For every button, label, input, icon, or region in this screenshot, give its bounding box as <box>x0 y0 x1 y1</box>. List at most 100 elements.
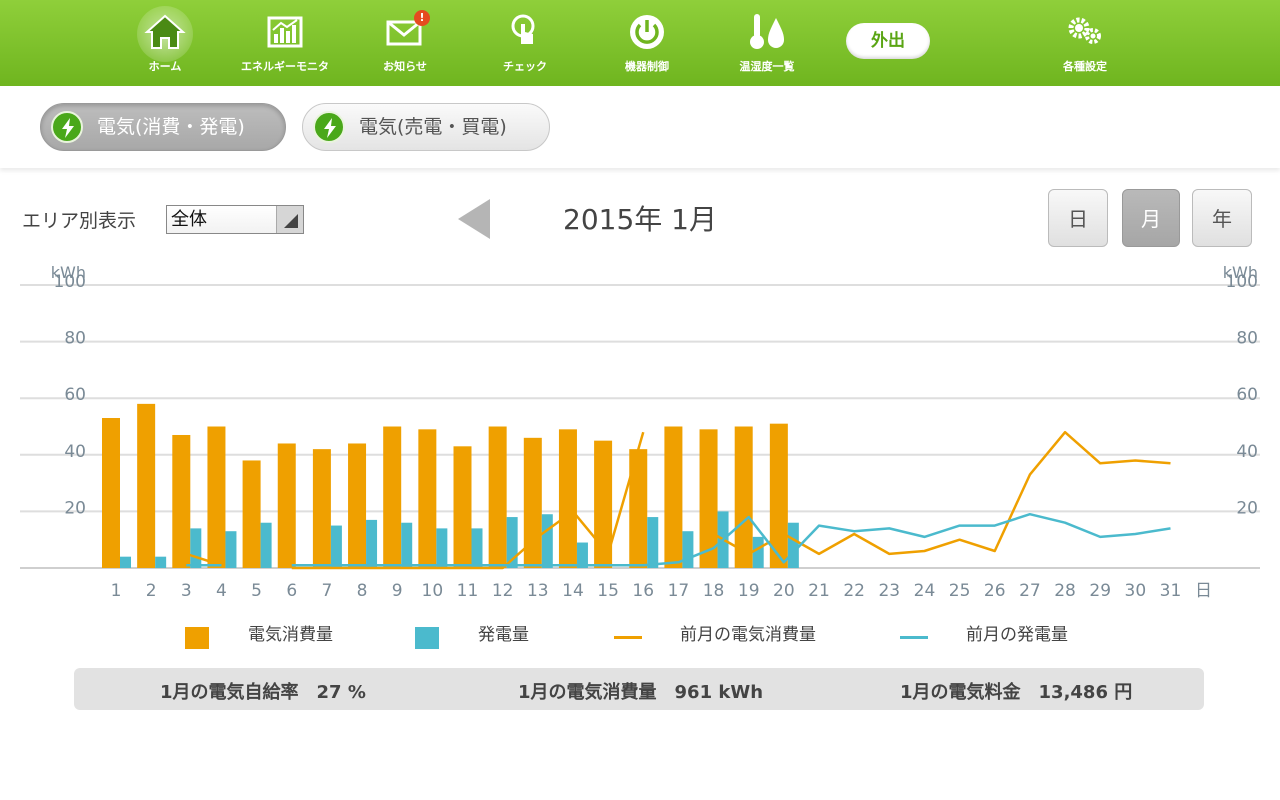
generation-bar <box>752 536 764 568</box>
month-view-button[interactable]: 月 <box>1122 189 1180 247</box>
x-tick-label: 20 <box>773 581 795 601</box>
generation-bar <box>682 531 694 568</box>
energy-monitor-icon <box>267 16 303 48</box>
generation-bar <box>330 525 342 568</box>
power-icon <box>630 15 664 49</box>
consumption-bar <box>172 434 191 568</box>
day-view-button[interactable]: 日 <box>1048 189 1108 247</box>
x-tick-label: 26 <box>984 581 1006 601</box>
x-tick-label: 27 <box>1019 581 1041 601</box>
x-tick-label: 7 <box>321 581 332 601</box>
generation-bar <box>471 528 483 568</box>
x-tick-label: 3 <box>181 581 192 601</box>
generation-bar <box>366 519 378 568</box>
generation-bar <box>541 514 553 568</box>
x-tick-label: 5 <box>251 581 262 601</box>
x-tick-label: 31 <box>1160 581 1182 601</box>
x-tick-label: 12 <box>492 581 514 601</box>
x-tick-label: 23 <box>878 581 900 601</box>
generation-bar <box>787 522 799 568</box>
area-select-value: 全体 <box>171 209 207 230</box>
y-tick-label-right: 40 <box>1236 442 1258 462</box>
period-title: 2015年 1月 <box>563 203 717 236</box>
previous-period-button[interactable] <box>458 199 490 239</box>
y-axis-unit-right: kWh <box>1223 263 1258 282</box>
legend-prev-consumption-label: 前月の電気消費量 <box>680 625 816 645</box>
x-tick-label: 22 <box>843 581 865 601</box>
x-tick-label: 19 <box>738 581 760 601</box>
self-sufficiency-rate: 1月の電気自給率 27 % <box>160 682 366 703</box>
nav-temperature-humidity[interactable]: 温湿度一覧 <box>712 6 822 82</box>
monthly-consumption: 1月の電気消費量 961 kWh <box>518 682 764 703</box>
x-tick-label: 9 <box>392 581 403 601</box>
x-tick-label: 28 <box>1054 581 1076 601</box>
monthly-summary: 1月の電気自給率 27 % 1月の電気消費量 961 kWh 1月の電気料金 1… <box>74 668 1204 710</box>
y-tick-label-right: 80 <box>1236 329 1258 349</box>
nav-device-control[interactable]: 機器制御 <box>592 6 702 82</box>
consumption-bar <box>137 403 156 568</box>
legend-prev-generation-label: 前月の発電量 <box>966 625 1068 645</box>
x-tick-label: 6 <box>286 581 297 601</box>
tab-sell-buy-label: 電気(売電・買電) <box>359 116 507 138</box>
tab-sell-buy[interactable]: 電気(売電・買電) <box>302 103 550 151</box>
bolt-icon <box>313 111 345 143</box>
monthly-cost: 1月の電気料金 13,486 円 <box>900 682 1133 703</box>
nav-notices-label: お知らせ <box>383 60 427 73</box>
year-view-button[interactable]: 年 <box>1192 189 1252 247</box>
legend-consumption-label: 電気消費量 <box>248 625 333 645</box>
touch-icon <box>511 14 535 44</box>
nav-home-label: ホーム <box>148 60 182 73</box>
away-mode-button[interactable]: 外出 <box>846 23 930 59</box>
thermo-humidity-icon <box>750 14 784 49</box>
consumption-bar <box>664 426 683 568</box>
nav-notices[interactable]: ! お知らせ <box>350 6 460 82</box>
x-tick-label: 15 <box>597 581 619 601</box>
tab-consumption-generation-label: 電気(消費・発電) <box>97 116 245 138</box>
x-tick-label: 17 <box>668 581 690 601</box>
bolt-icon <box>51 111 83 143</box>
consumption-bar <box>418 429 437 568</box>
y-tick-label-right: 20 <box>1236 498 1258 518</box>
consumption-bar <box>102 418 120 568</box>
energy-chart: 20 2040 4060 6080 80100 100kWh kWh1 2 3 4 5 6 7 8 9 10 1… <box>20 263 1260 601</box>
generation-bar <box>155 556 167 568</box>
x-tick-label: 16 <box>632 581 654 601</box>
dropdown-arrow-icon <box>276 206 303 233</box>
area-select[interactable]: 全体 <box>166 205 304 234</box>
nav-device-control-label: 機器制御 <box>625 60 669 73</box>
consumption-bar <box>207 426 226 568</box>
consumption-bar <box>242 460 261 568</box>
nav-settings-label: 各種設定 <box>1063 60 1107 73</box>
generation-bar <box>120 556 131 568</box>
home-icon <box>144 14 186 49</box>
nav-energy-monitor-label: エネルギーモニタ <box>241 60 329 73</box>
legend-prev-generation-line <box>900 636 928 639</box>
x-tick-label: 4 <box>216 581 227 601</box>
nav-home[interactable]: ホーム <box>110 6 220 82</box>
tab-bar: 電気(消費・発電) 電気(売電・買電) <box>0 86 1280 168</box>
x-tick-label: 24 <box>914 581 936 601</box>
x-tick-label: 2 <box>146 581 157 601</box>
x-axis-unit: 日 <box>1195 581 1212 601</box>
tab-consumption-generation[interactable]: 電気(消費・発電) <box>40 103 286 151</box>
nav-check-label: チェック <box>503 60 547 73</box>
consumption-bar <box>348 443 367 568</box>
generation-bar <box>401 522 413 568</box>
x-tick-label: 30 <box>1125 581 1147 601</box>
consumption-bar <box>453 446 472 568</box>
nav-energy-monitor[interactable]: エネルギーモニタ <box>230 6 340 82</box>
y-tick-label-left: 40 <box>64 442 86 462</box>
x-tick-label: 18 <box>703 581 725 601</box>
nav-settings[interactable]: 各種設定 <box>1030 6 1140 82</box>
legend-generation-label: 発電量 <box>478 625 529 645</box>
y-tick-label-left: 60 <box>64 385 86 405</box>
generation-bar <box>436 528 448 568</box>
x-tick-label: 29 <box>1089 581 1111 601</box>
gear-icon <box>1068 17 1101 44</box>
legend-consumption-swatch <box>185 627 209 649</box>
top-navigation: ホーム エネルギーモニタ ! お知らせ チェック 機器制御 温湿度一覧 外出 各… <box>0 0 1280 86</box>
nav-check[interactable]: チェック <box>470 6 580 82</box>
generation-bar <box>260 522 272 568</box>
y-tick-label-left: 80 <box>64 329 86 349</box>
generation-bar <box>647 517 659 568</box>
